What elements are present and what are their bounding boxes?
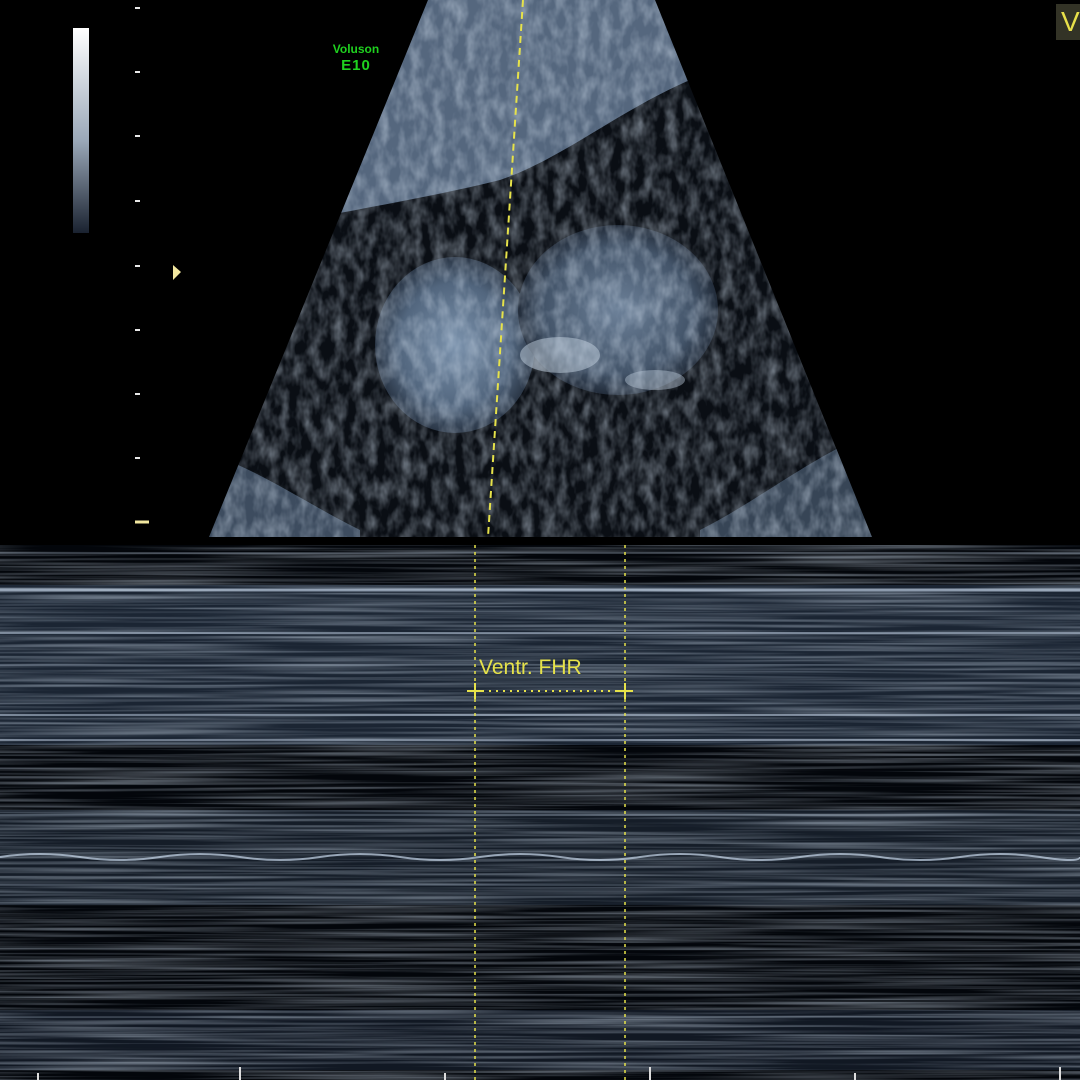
mode-badge[interactable]: V <box>1056 4 1080 40</box>
m-mode-panel <box>0 545 1080 1080</box>
m-mode-texture <box>0 545 1080 1080</box>
gray-scale-bar <box>73 28 89 233</box>
brand-logo: Voluson E10 <box>318 43 394 73</box>
brand-manufacturer: Voluson <box>332 42 380 56</box>
focus-triangle-icon <box>173 265 181 280</box>
speckle-texture <box>209 0 872 537</box>
measurement-label: Ventr. FHR <box>479 656 582 679</box>
brand-model: E10 <box>341 57 371 74</box>
b-mode-panel <box>73 0 872 538</box>
depth-scale <box>135 7 149 524</box>
ultrasound-screen: Voluson E10 V Ventr. FHR <box>0 0 1080 1080</box>
